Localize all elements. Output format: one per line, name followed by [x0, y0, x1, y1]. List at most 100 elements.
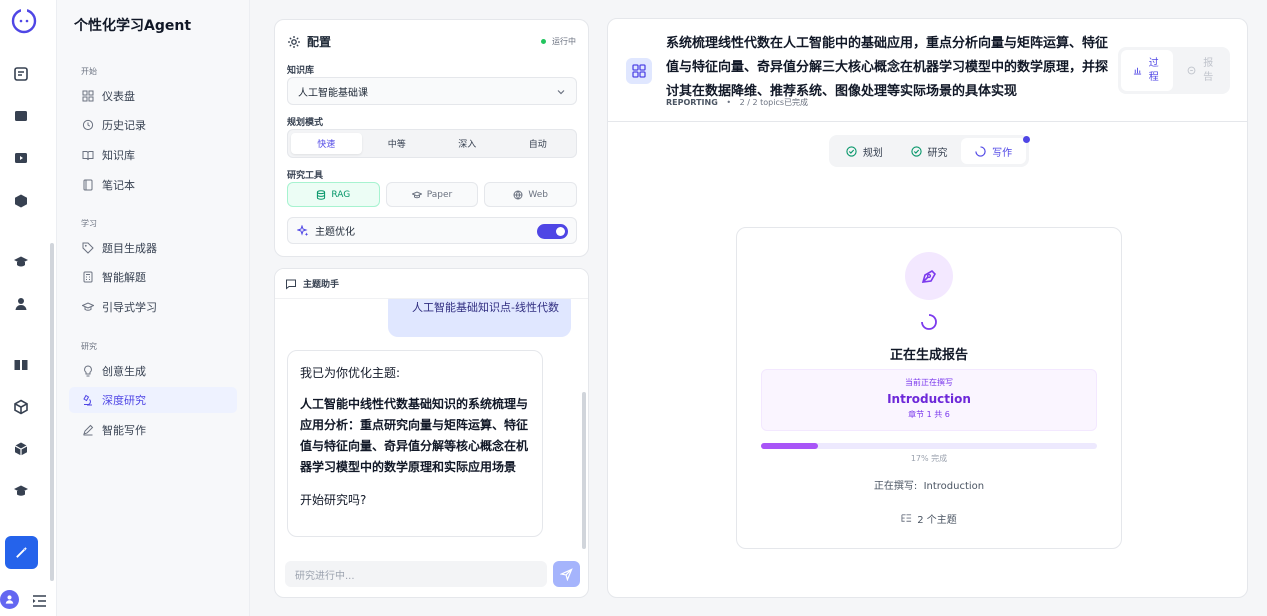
mode-option-deep[interactable]: 深入 — [432, 133, 503, 154]
research-tools: RAG Paper Web — [287, 182, 578, 207]
assistant-message: 我已为你优化主题: 人工智能中线性代数基础知识的系统梳理与应用分析：重点研究向量… — [287, 350, 543, 537]
tab-label: 过程 — [1148, 57, 1159, 83]
avatar[interactable] — [0, 590, 19, 609]
book-rail-icon[interactable] — [13, 357, 29, 373]
dashboard-icon — [82, 90, 94, 102]
sidebar-item-label: 智能写作 — [102, 424, 146, 437]
topic-opt-label: 主题优化 — [315, 227, 355, 238]
brand-title: 个性化学习Agent — [74, 18, 192, 34]
writing-now: 正在撰写: Introduction — [873, 481, 985, 492]
chat-input[interactable]: 研究进行中... — [285, 561, 547, 587]
loading-spinner-icon — [975, 145, 986, 157]
status-badge: 运行中 — [541, 36, 576, 47]
graduation-cap-icon — [82, 302, 94, 311]
check-circle-icon — [910, 145, 922, 157]
active-phase-dot — [1023, 136, 1030, 143]
sidebar-item-label: 知识库 — [102, 149, 135, 162]
nav-section-label: 研究 — [81, 342, 97, 351]
tool-web-button[interactable]: Web — [484, 182, 578, 207]
chat-icon — [286, 279, 296, 290]
mode-option-fast[interactable]: 快速 — [291, 133, 362, 154]
school-icon[interactable] — [13, 483, 29, 499]
assistant-header: 主题助手 — [275, 269, 588, 299]
sidebar-item-notebook[interactable]: 笔记本 — [69, 172, 237, 198]
user-icon[interactable] — [13, 296, 29, 312]
nav-section-label: 学习 — [81, 219, 97, 228]
generating-title: 正在生成报告 — [889, 348, 968, 363]
topic-count-text: 2 个主题 — [917, 515, 957, 526]
sidebar-item-smart-writing[interactable]: 智能写作 — [69, 417, 237, 443]
sidebar-item-question-generator[interactable]: 题目生成器 — [69, 235, 237, 261]
pen-tool-icon — [921, 270, 936, 283]
tab-report[interactable]: 报告 — [1176, 50, 1228, 91]
tools-label: 研究工具 — [287, 171, 324, 181]
topics-progress: 2 / 2 topics已完成 — [739, 98, 809, 107]
tool-paper-button[interactable]: Paper — [385, 182, 479, 207]
bot-optimized-topic: 人工智能中线性代数基础知识的系统梳理与应用分析：重点研究向量与矩阵运算、特征值与… — [300, 397, 529, 474]
phase-research[interactable]: 研究 — [897, 138, 962, 164]
chevron-down-icon — [557, 90, 565, 95]
icon-rail — [0, 0, 57, 616]
report-grid-badge — [626, 58, 652, 84]
rail-scrollbar[interactable] — [50, 243, 54, 581]
knowledge-base-select[interactable]: 人工智能基础课 — [287, 77, 577, 105]
tool-label: Web — [528, 189, 548, 200]
nav-sidebar: 个性化学习Agent 开始 仪表盘 历史记录 知识库 笔记本 学习 题目生成器 … — [57, 0, 250, 616]
package-icon[interactable] — [13, 441, 29, 457]
view-tabs: 过程 报告 — [1118, 47, 1230, 94]
database-icon — [317, 189, 326, 200]
lightbulb-icon — [84, 365, 92, 377]
phase-writing[interactable]: 写作 — [961, 138, 1027, 164]
film-icon[interactable] — [13, 108, 29, 124]
sidebar-item-deep-research[interactable]: 深度研究 — [69, 387, 237, 413]
graduation-rail-icon[interactable] — [13, 254, 29, 270]
tool-label: RAG — [331, 189, 351, 200]
user-avatar-icon — [5, 595, 14, 604]
tab-process[interactable]: 过程 — [1121, 50, 1173, 91]
magic-wand-button[interactable] — [5, 536, 38, 569]
phase-label: 规划 — [862, 147, 883, 159]
cube-icon[interactable] — [13, 193, 29, 209]
topic-optimization-row: 主题优化 — [287, 217, 577, 244]
mode-option-auto[interactable]: 自动 — [503, 133, 574, 154]
graduation-cap-icon — [411, 190, 422, 198]
phase-planning[interactable]: 规划 — [832, 138, 897, 164]
current-section-box: 当前正在撰写 Introduction 章节 1 共 6 — [761, 369, 1097, 431]
chat-scrollbar[interactable] — [582, 392, 586, 549]
send-button[interactable] — [553, 561, 580, 587]
video-icon[interactable] — [13, 150, 29, 166]
sidebar-item-label: 智能解题 — [102, 271, 146, 284]
progress-percent: 17% 完成 — [910, 454, 948, 463]
dashboard-rail-icon[interactable] — [13, 66, 29, 82]
phase-label: 研究 — [927, 147, 948, 159]
report-doc-icon — [1187, 66, 1196, 75]
sidebar-item-knowledge-base[interactable]: 知识库 — [69, 142, 237, 168]
calculator-icon — [83, 271, 93, 283]
mode-option-medium[interactable]: 中等 — [362, 133, 433, 154]
nav-section-label: 开始 — [81, 67, 97, 76]
sidebar-item-guided-learning[interactable]: 引导式学习 — [69, 294, 237, 320]
generation-status-card: 正在生成报告 当前正在撰写 Introduction 章节 1 共 6 17% … — [736, 227, 1122, 549]
kb-label: 知识库 — [287, 66, 315, 76]
tag-icon — [82, 242, 94, 254]
sidebar-item-smart-solver[interactable]: 智能解题 — [69, 264, 237, 290]
history-icon — [82, 119, 94, 131]
menu-collapse-icon[interactable] — [32, 594, 47, 608]
magic-wand-icon — [16, 546, 28, 558]
app-logo-icon[interactable] — [10, 6, 38, 34]
progress-fill — [761, 443, 819, 449]
tool-rag-button[interactable]: RAG — [287, 182, 380, 207]
check-circle-icon — [846, 145, 857, 157]
report-status: REPORTING — [666, 98, 718, 107]
bot-intro: 我已为你优化主题: — [300, 366, 401, 380]
sidebar-item-dashboard[interactable]: 仪表盘 — [69, 83, 237, 109]
planning-mode-segmented: 快速 中等 深入 自动 — [287, 129, 577, 158]
sidebar-item-idea-generation[interactable]: 创意生成 — [69, 358, 237, 384]
phase-label: 写作 — [992, 147, 1013, 159]
topic-optimization-toggle[interactable] — [537, 224, 568, 239]
notebook-icon — [83, 179, 93, 191]
boxes-icon[interactable] — [13, 399, 29, 415]
sidebar-item-label: 仪表盘 — [102, 90, 135, 103]
sidebar-item-history[interactable]: 历史记录 — [69, 112, 237, 138]
book-open-icon — [82, 151, 94, 161]
